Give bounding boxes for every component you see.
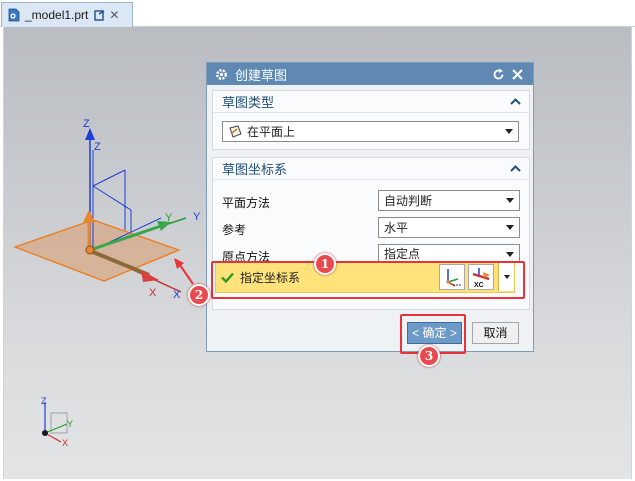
chevron-down-icon	[506, 252, 514, 257]
origin-point	[85, 245, 95, 255]
callout-3-badge: 3	[418, 345, 440, 367]
chevron-down-icon	[505, 129, 513, 134]
sketch-csys-heading: 草图坐标系	[222, 162, 288, 177]
zc-label: Z	[94, 141, 101, 153]
dialog-title-bar[interactable]: 创建草图	[207, 63, 533, 85]
callout-2-arrow	[179, 264, 194, 285]
sketch-type-select[interactable]: 在平面上	[222, 121, 519, 142]
origin-method-select[interactable]: 指定点	[378, 244, 520, 262]
reference-value: 水平	[384, 221, 409, 235]
plane-method-select[interactable]: 自动判断	[378, 190, 520, 211]
tab-title: _model1.prt	[25, 8, 89, 22]
triad-y-label: Y	[67, 419, 73, 429]
callout-2-badge: 2	[188, 284, 210, 306]
modified-icon	[94, 9, 105, 21]
sketch-type-group: 草图类型 在平面上	[212, 90, 530, 150]
plane-method-label: 平面方法	[222, 196, 271, 210]
create-sketch-dialog: 创建草图 草图类型 在平面上 草图坐标系 平面方法 自动判断 参考 水平 原点方…	[206, 62, 534, 352]
gear-icon	[216, 68, 227, 80]
dialog-title: 创建草图	[235, 67, 288, 83]
callout-1-highlight	[211, 261, 525, 299]
chevron-down-icon	[506, 225, 514, 230]
part-file-icon	[8, 8, 20, 22]
view-triad: Z Y X	[41, 396, 73, 448]
plane-method-value: 自动判断	[384, 194, 433, 208]
x-label: X	[149, 287, 157, 299]
sketch-csys-header[interactable]: 草图坐标系	[213, 158, 529, 180]
cancel-button[interactable]: 取消	[472, 322, 519, 344]
sketch-type-heading: 草图类型	[222, 95, 275, 110]
sketch-type-header[interactable]: 草图类型	[213, 91, 529, 113]
sketch-type-value: 在平面上	[247, 125, 296, 139]
close-icon[interactable]	[511, 68, 524, 81]
reference-select[interactable]: 水平	[378, 217, 520, 238]
reference-label: 参考	[222, 223, 247, 237]
yc-label: Y	[193, 211, 201, 223]
collapse-icon[interactable]	[510, 98, 521, 105]
triad-z-label: Z	[41, 396, 47, 406]
plane-sketch-icon	[229, 124, 242, 138]
reset-icon[interactable]	[492, 68, 505, 81]
chevron-down-icon	[506, 198, 514, 203]
xc-label: X	[173, 289, 181, 301]
document-tab[interactable]: _model1.prt ✕	[1, 2, 133, 27]
origin-method-value: 指定点	[384, 246, 421, 261]
triad-x-label: X	[62, 438, 68, 448]
collapse-icon[interactable]	[510, 165, 521, 172]
z-label: Z	[83, 118, 90, 130]
callout-1-badge: 1	[314, 253, 336, 275]
tab-close-icon[interactable]: ✕	[109, 8, 119, 22]
y-label: Y	[165, 212, 173, 224]
x-handle-arrow	[141, 270, 159, 282]
document-tab-bar: _model1.prt ✕	[0, 0, 635, 27]
